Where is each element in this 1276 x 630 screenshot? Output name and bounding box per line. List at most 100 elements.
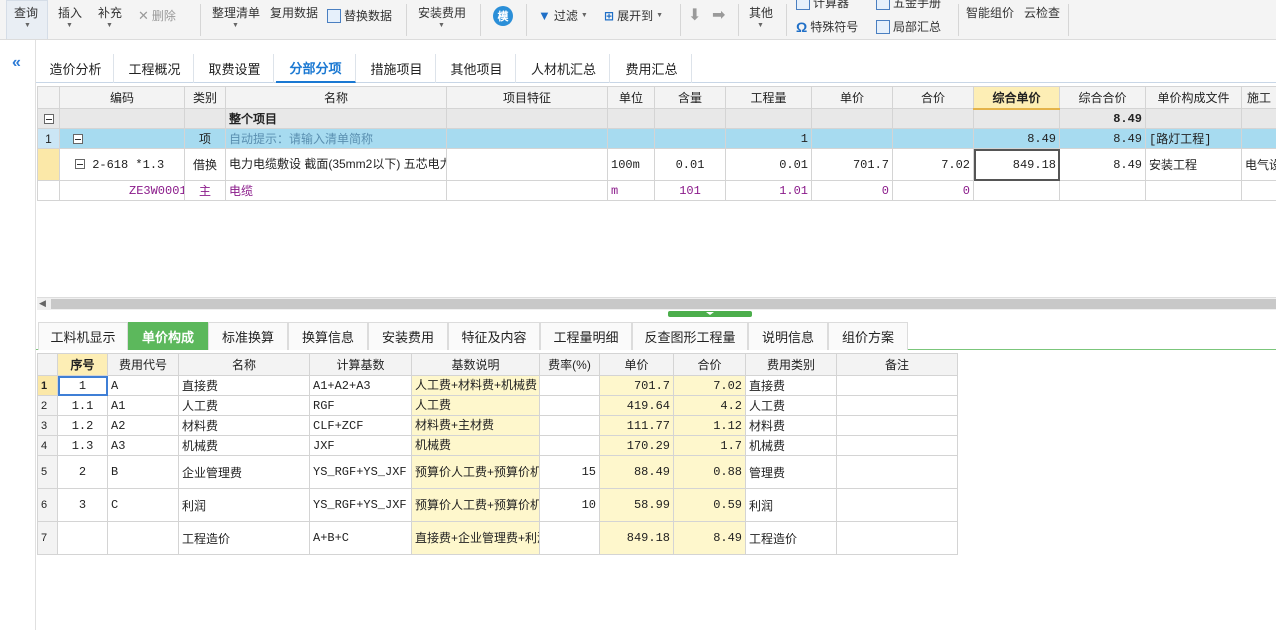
cell-remarks[interactable]: [836, 375, 958, 396]
cell-fee-code[interactable]: A2: [107, 415, 179, 436]
row2-content[interactable]: 0.01: [654, 148, 726, 181]
cell-fee-code[interactable]: A3: [107, 435, 179, 456]
header-quantity[interactable]: 工程量: [725, 86, 812, 109]
supplement-button[interactable]: 补充: [98, 4, 122, 21]
header-seq[interactable]: 序号: [57, 353, 108, 376]
table-row[interactable]: ZE3W0001@1 主 电缆 m 101 1.01 0 0: [37, 180, 1276, 201]
insert-button[interactable]: 插入: [58, 4, 82, 21]
calculator-button[interactable]: 计算器: [796, 0, 849, 11]
row3-code-cell[interactable]: ZE3W0001@1: [59, 180, 185, 201]
row3-name[interactable]: 电缆: [225, 180, 447, 201]
collapse-double-left-icon[interactable]: «: [12, 54, 21, 72]
insert-caret[interactable]: ▼: [66, 22, 73, 29]
cell-rate[interactable]: [539, 521, 600, 555]
cell-remarks[interactable]: [836, 395, 958, 416]
row2-construction[interactable]: 电气设: [1241, 148, 1276, 181]
header-unit-price[interactable]: 单价: [599, 353, 674, 376]
header-total[interactable]: 合价: [673, 353, 746, 376]
tab-pricing-scheme[interactable]: 组价方案: [828, 322, 908, 350]
tab-fee-settings[interactable]: 取费设置: [196, 54, 274, 83]
row2-type[interactable]: 借换: [184, 148, 226, 181]
cell-fee-category[interactable]: 材料费: [745, 415, 837, 436]
table-row[interactable]: 2-618 *1.3 借换 电力电缆敷设 截面(35mm2以下) 五芯电力电缆敷…: [37, 148, 1276, 181]
replace-data-button[interactable]: 替换数据: [327, 7, 392, 24]
cell-rate[interactable]: [539, 415, 600, 436]
row1-price-file[interactable]: [路灯工程]: [1145, 128, 1242, 149]
cell-fee-code[interactable]: B: [107, 455, 179, 489]
row2-name[interactable]: 电力电缆敷设 截面(35mm2以下) 五芯电力电缆敷设: [225, 148, 447, 181]
header-price-file[interactable]: 单价构成文件: [1145, 86, 1242, 109]
cell-calc-base[interactable]: YS_RGF+YS_JXF: [309, 488, 412, 522]
header-construction[interactable]: 施工: [1241, 86, 1276, 109]
row2-comp-price[interactable]: 849.18: [973, 148, 1060, 181]
cell-remarks[interactable]: [836, 435, 958, 456]
header-type[interactable]: 类别: [184, 86, 226, 109]
row2-price-file[interactable]: 安装工程: [1145, 148, 1242, 181]
header-name[interactable]: 名称: [178, 353, 310, 376]
scrollbar-thumb[interactable]: [51, 299, 1276, 309]
table-row[interactable]: 7 工程造价 A+B+C 直接费+企业管理费+利润 849.18 8.49 工程造价: [37, 521, 958, 555]
table-row[interactable]: 4 1.3 A3 机械费 JXF 机械费 170.29 1.7 机械费: [37, 435, 958, 456]
collapse-minus-icon[interactable]: [73, 134, 83, 145]
cell-seq[interactable]: 1.2: [57, 415, 108, 436]
row2-unit[interactable]: 100m: [607, 148, 655, 181]
query-caret[interactable]: ▼: [24, 22, 31, 29]
header-comprehensive-total[interactable]: 综合合价: [1059, 86, 1146, 109]
tab-sub-items[interactable]: 分部分项: [276, 54, 356, 83]
tab-description-info[interactable]: 说明信息: [748, 322, 828, 350]
header-rate[interactable]: 费率(%): [539, 353, 600, 376]
tab-measures[interactable]: 措施项目: [358, 54, 436, 83]
row1-type[interactable]: 项: [184, 128, 226, 149]
cell-seq[interactable]: 3: [57, 488, 108, 522]
horizontal-scrollbar[interactable]: ◀: [37, 297, 1276, 310]
row2-features[interactable]: [446, 148, 608, 181]
tab-conversion-info[interactable]: 换算信息: [288, 322, 368, 350]
cell-seq[interactable]: 2: [57, 455, 108, 489]
row3-content[interactable]: 101: [654, 180, 726, 201]
row1-name-hint[interactable]: 自动提示：请输入清单简称: [225, 128, 447, 149]
reuse-data-button[interactable]: 复用数据: [270, 4, 318, 21]
tab-features-content[interactable]: 特征及内容: [448, 322, 540, 350]
row1-quantity[interactable]: 1: [725, 128, 812, 149]
cell-fee-category[interactable]: 机械费: [745, 435, 837, 456]
cell-seq[interactable]: 1.3: [57, 435, 108, 456]
cell-fee-code[interactable]: C: [107, 488, 179, 522]
tab-labor-material-display[interactable]: 工料机显示: [38, 322, 128, 350]
tab-project-overview[interactable]: 工程概况: [116, 54, 194, 83]
tab-install-fee[interactable]: 安装费用: [368, 322, 448, 350]
cell-name[interactable]: 利润: [178, 488, 310, 522]
cell-seq[interactable]: 1: [57, 375, 108, 396]
cell-name[interactable]: 材料费: [178, 415, 310, 436]
tab-fee-summary[interactable]: 费用汇总: [612, 54, 692, 83]
mold-icon[interactable]: 模: [493, 6, 513, 26]
cell-fee-category[interactable]: 利润: [745, 488, 837, 522]
cell-remarks[interactable]: [836, 415, 958, 436]
cell-name[interactable]: 人工费: [178, 395, 310, 416]
row1-features[interactable]: [446, 128, 608, 149]
table-row[interactable]: 1 项 自动提示：请输入清单简称 1 8.49 8.49 [路灯工程]: [37, 128, 1276, 149]
partial-summary-button[interactable]: 局部汇总: [876, 18, 941, 35]
move-right-arrow-icon[interactable]: ➡: [712, 5, 725, 25]
hardware-manual-button[interactable]: 五金手册: [876, 0, 941, 11]
table-row[interactable]: 2 1.1 A1 人工费 RGF 人工费 419.64 4.2 人工费: [37, 395, 958, 416]
cell-calc-base[interactable]: JXF: [309, 435, 412, 456]
tab-reverse-graphic-quantity[interactable]: 反查图形工程量: [632, 322, 748, 350]
row1-content[interactable]: [654, 128, 726, 149]
tab-quantity-details[interactable]: 工程量明细: [540, 322, 632, 350]
header-features[interactable]: 项目特征: [446, 86, 608, 109]
cell-fee-code[interactable]: A1: [107, 395, 179, 416]
table-row-whole-project[interactable]: 整个项目 8.49: [37, 108, 1276, 129]
organize-list-caret[interactable]: ▼: [232, 22, 239, 29]
table-row[interactable]: 52B企业管理费YS_RGF+YS_JXF预算价人工费+预算价机械费1588.4…: [37, 455, 958, 489]
header-fee-code[interactable]: 费用代号: [107, 353, 179, 376]
table-row[interactable]: 3 1.2 A2 材料费 CLF+ZCF 材料费+主材费 111.77 1.12 材料费: [37, 415, 958, 436]
header-content[interactable]: 含量: [654, 86, 726, 109]
delete-button[interactable]: ✕ 删除: [138, 7, 176, 24]
table-row[interactable]: 63C利润YS_RGF+YS_JXF预算价人工费+预算价机械费1058.990.…: [37, 488, 958, 522]
header-comprehensive-unit-price[interactable]: 综合单价: [973, 86, 1060, 110]
other-caret[interactable]: ▼: [757, 22, 764, 29]
row1-toggle-cell[interactable]: [59, 128, 185, 149]
cell-remarks[interactable]: [836, 521, 958, 555]
smart-pricing-button[interactable]: 智能组价: [966, 4, 1014, 21]
row2-price[interactable]: 701.7: [811, 148, 893, 181]
